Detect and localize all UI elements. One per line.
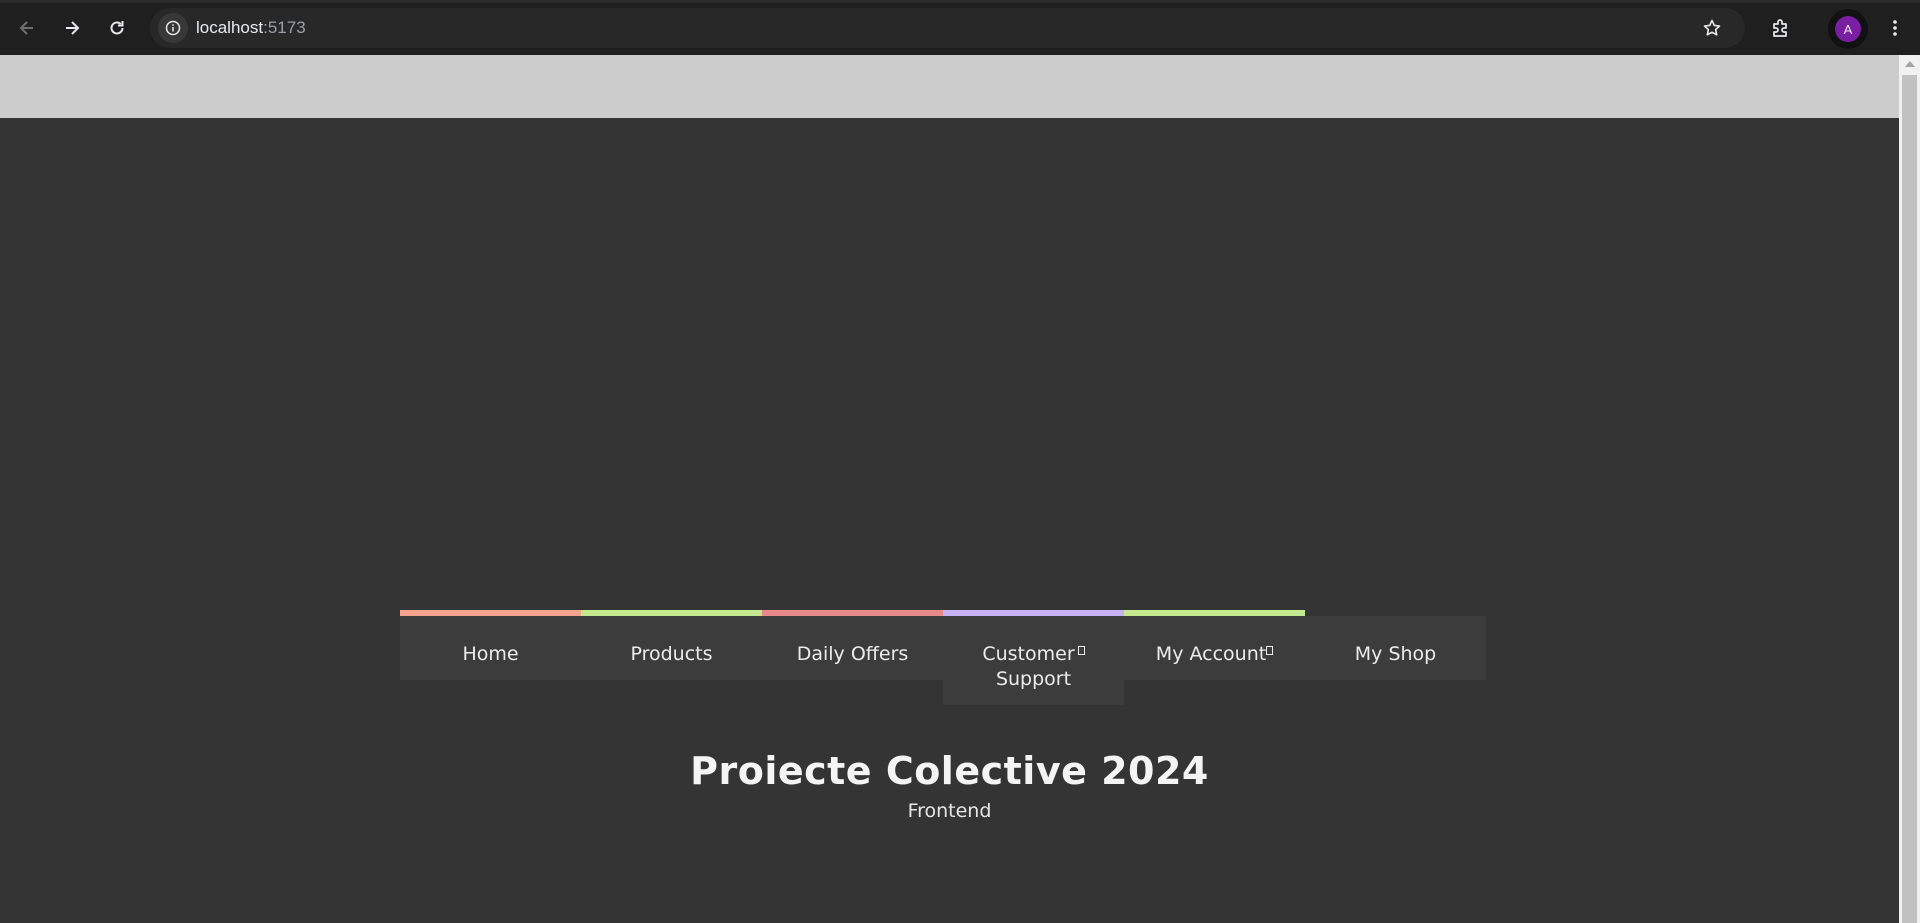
profile-button[interactable]: A [1828, 9, 1868, 49]
nav-label: My Shop [1354, 643, 1437, 665]
nav-label-wrap: Customer Support [943, 642, 1124, 692]
nav-label: Products [630, 643, 713, 665]
nav-label: Home [462, 643, 519, 665]
site-info-button[interactable] [158, 13, 188, 43]
nav-item-customer-support[interactable]: Customer Support [943, 610, 1124, 705]
vertical-scrollbar[interactable] [1899, 55, 1920, 923]
forward-button[interactable] [57, 13, 87, 43]
nav-item-my-account[interactable]: My Account [1124, 610, 1305, 680]
extensions-button[interactable] [1766, 13, 1796, 43]
nav-accent-bar [581, 610, 762, 616]
info-icon [165, 20, 181, 36]
nav-item-home[interactable]: Home [400, 610, 581, 680]
nav-accent-bar [762, 610, 943, 616]
reload-icon [110, 21, 124, 35]
nav-label: My Account [1155, 643, 1267, 665]
url-text[interactable]: localhost:5173 [196, 18, 306, 38]
main-navigation: Home Products Daily Offers Customer Supp… [400, 610, 1486, 705]
nav-accent-bar [1124, 610, 1305, 616]
top-banner [0, 55, 1899, 118]
bookmark-button[interactable] [1699, 15, 1725, 41]
url-port: :5173 [263, 18, 306, 37]
nav-item-my-shop[interactable]: My Shop [1305, 616, 1486, 680]
page-title: Proiecte Colective 2024 [690, 749, 1209, 793]
nav-item-daily-offers[interactable]: Daily Offers [762, 610, 943, 680]
page-subtitle: Frontend [907, 800, 992, 822]
kebab-menu-icon [1893, 20, 1897, 36]
star-icon [1703, 19, 1721, 36]
back-arrow-icon [19, 21, 33, 35]
scroll-up-arrow-icon[interactable] [1905, 61, 1915, 67]
browser-toolbar: localhost:5173 A [0, 0, 1920, 55]
reload-button[interactable] [102, 13, 132, 43]
url-host: localhost [196, 18, 264, 37]
nav-accent-bar [400, 610, 581, 616]
extensions-icon [1773, 19, 1787, 37]
nav-item-products[interactable]: Products [581, 610, 762, 680]
address-bar[interactable]: localhost:5173 [150, 8, 1745, 48]
dropdown-caret-icon [1077, 646, 1085, 655]
forward-arrow-icon [66, 21, 80, 35]
nav-label: Daily Offers [796, 643, 909, 665]
back-button[interactable] [12, 13, 42, 43]
nav-label-line2: Support [995, 668, 1072, 690]
nav-label-line1: Customer [982, 643, 1075, 665]
avatar: A [1835, 16, 1861, 42]
browser-menu-button[interactable] [1880, 13, 1910, 43]
scroll-thumb[interactable] [1902, 75, 1917, 923]
nav-accent-bar [943, 610, 1124, 616]
dropdown-caret-icon [1266, 646, 1274, 655]
